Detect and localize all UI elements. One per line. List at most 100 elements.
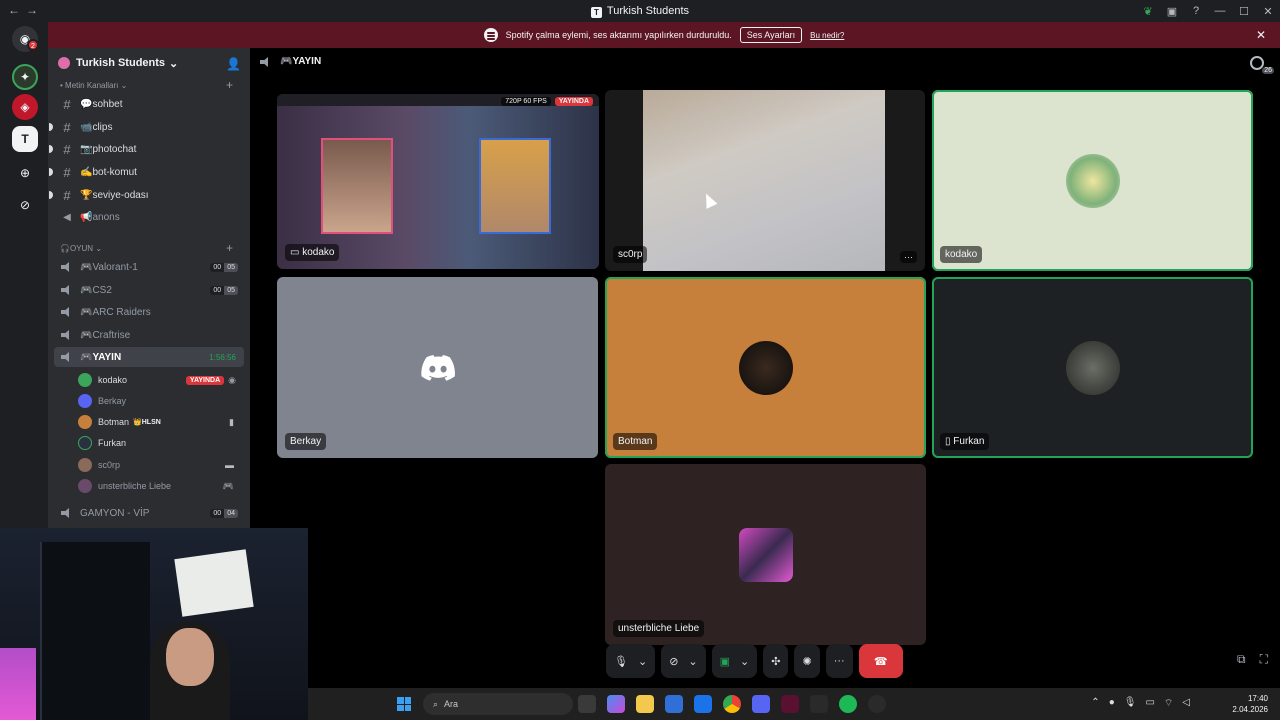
tile-furkan[interactable]: ▯ Furkan (932, 277, 1253, 458)
chevron-down-icon[interactable]: ⌄ (638, 655, 647, 668)
mail-icon[interactable] (694, 695, 712, 713)
maximize-button[interactable]: ☐ (1232, 5, 1256, 18)
user-limit-value: 04 (224, 508, 238, 518)
voice-cs2[interactable]: 🎮CS2 00 05 (48, 280, 250, 300)
channel-seviye-odasi[interactable]: # 🏆seviye-odası (48, 185, 250, 205)
chevron-up-icon[interactable]: ⌃ (1091, 697, 1099, 710)
tile-unsterbliche-liebe[interactable]: unsterbliche Liebe (605, 464, 926, 645)
volume-icon[interactable]: ◁ (1182, 697, 1190, 710)
screen-share-icon[interactable]: ▣ (720, 655, 730, 668)
notes-icon[interactable] (810, 695, 828, 713)
channel-bot-komut[interactable]: # ✍bot-komut (48, 162, 250, 182)
mic-tray-icon[interactable]: 🎙 (1124, 697, 1137, 710)
sound-settings-button[interactable]: Ses Ayarları (739, 27, 803, 43)
avatar (78, 458, 92, 472)
popout-icon[interactable]: ⧉ (1237, 652, 1246, 667)
search-icon: ⌕ (433, 698, 439, 709)
soundboard-icon[interactable]: ✺ (802, 655, 811, 668)
file-explorer-icon[interactable] (636, 695, 654, 713)
server-icon-1[interactable]: ✦ (12, 64, 38, 90)
more-options-button[interactable]: ··· (900, 251, 917, 263)
discord-taskbar-icon[interactable] (752, 695, 770, 713)
camera-control[interactable]: ⊘ ⌄ (661, 644, 706, 678)
unread-dot (49, 191, 53, 199)
taskbar-clock[interactable]: 17:40 2.04.2026 (1232, 693, 1268, 715)
channel-photochat[interactable]: # 📷photochat (48, 139, 250, 159)
tray-app-icon[interactable]: ● (1109, 697, 1115, 710)
screen-share-control[interactable]: ▣ ⌄ (711, 644, 758, 678)
add-server-icon[interactable]: ⊕ (12, 160, 38, 186)
member-botman[interactable]: Botman 👑HLSN ▮ (78, 412, 244, 432)
more-icon[interactable]: ··· (834, 655, 845, 667)
store-icon[interactable] (665, 695, 683, 713)
windows-start-icon[interactable] (397, 697, 411, 711)
category-text[interactable]: • Metin Kanalları ⌄ + (60, 78, 233, 92)
banner-message: Spotify çalma eylemi, ses aktarımı yapıl… (505, 30, 732, 40)
tile-stream-kodako[interactable]: 720P 60 FPS YAYINDA ▭ kodako (277, 94, 599, 269)
stage-corner-actions: ⧉ ⛶ (1237, 652, 1268, 667)
avatar (78, 394, 92, 408)
inbox-icon[interactable]: ▣ (1160, 5, 1184, 18)
tile-berkay[interactable]: Berkay (277, 277, 598, 458)
leaf-icon[interactable]: ❦ (1136, 5, 1160, 18)
channel-anons[interactable]: ◀ 📢anons (48, 207, 250, 227)
channel-label: 🏆seviye-odası (80, 189, 149, 201)
more-button[interactable]: ··· (825, 644, 853, 678)
voice-yayin-active[interactable]: 🎮YAYIN 1:56:56 (54, 347, 244, 367)
help-icon[interactable]: ? (1184, 5, 1208, 17)
screen-icon: ▭ (290, 247, 303, 258)
task-view-icon[interactable] (578, 695, 596, 713)
voice-valorant[interactable]: 🎮Valorant-1 00 05 (48, 257, 250, 277)
chevron-down-icon[interactable]: ⌄ (740, 655, 749, 668)
voice-arc-raiders[interactable]: 🎮ARC Raiders (48, 302, 250, 322)
server-header[interactable]: Turkish Students ⌄ 👤 (48, 48, 250, 78)
close-window-button[interactable]: ✕ (1256, 5, 1280, 18)
member-berkay[interactable]: Berkay (78, 391, 244, 411)
server-icon-2[interactable]: ◈ (12, 94, 38, 120)
stream-quality: 720P 60 FPS (501, 97, 551, 106)
spotify-taskbar-icon[interactable] (839, 695, 857, 713)
what-is-this-link[interactable]: Bu nedir? (810, 31, 844, 40)
category-oyun[interactable]: 🎧OYUN ⌄ + (60, 241, 233, 255)
member-unsterbliche-liebe[interactable]: unsterbliche Liebe 🎮 (78, 476, 244, 496)
chrome-icon[interactable] (723, 695, 741, 713)
wifi-icon[interactable]: ⌔ (1164, 697, 1173, 710)
channel-clips[interactable]: # 📹clips (48, 117, 250, 137)
tile-botman[interactable]: Botman (605, 277, 926, 458)
invite-icon[interactable]: 👤 (226, 57, 241, 71)
display-icon[interactable]: ▭ (1145, 697, 1154, 710)
chevron-down-icon[interactable]: ⌄ (688, 655, 697, 668)
camera-off-icon[interactable]: ⊘ (669, 655, 678, 668)
copilot-icon[interactable] (607, 695, 625, 713)
member-furkan[interactable]: Furkan (78, 433, 244, 453)
voice-craftrise[interactable]: 🎮Craftrise (48, 325, 250, 345)
activities-button[interactable]: ✣ (763, 644, 789, 678)
member-sc0rp[interactable]: sc0rp ▬ (78, 455, 244, 475)
chat-count[interactable]: 26 (1250, 56, 1274, 74)
tile-sc0rp[interactable]: sc0rp ··· (605, 90, 925, 271)
server-icon-turkish-students[interactable]: T (12, 126, 38, 152)
tile-kodako[interactable]: kodako (932, 90, 1253, 271)
add-channel-icon[interactable]: + (226, 241, 233, 255)
mic-control[interactable]: 🎙 ⌄ (606, 644, 656, 678)
member-name: kodako (98, 375, 128, 385)
channel-sidebar: Turkish Students ⌄ 👤 • Metin Kanalları ⌄… (48, 48, 250, 528)
hang-up-icon[interactable]: ☎ (874, 655, 888, 668)
voice-timer: 1:56:56 (209, 352, 236, 362)
member-kodako[interactable]: kodako YAYINDA ◉ (78, 370, 244, 390)
app-icon-2[interactable] (868, 695, 886, 713)
microphone-icon[interactable]: 🎙 (614, 655, 628, 668)
soundboard-button[interactable]: ✺ (794, 644, 820, 678)
activities-icon[interactable]: ✣ (771, 655, 780, 668)
minimize-button[interactable]: — (1208, 5, 1232, 17)
add-channel-icon[interactable]: + (226, 78, 233, 92)
close-icon[interactable]: ✕ (1256, 28, 1266, 42)
taskbar-search[interactable]: ⌕ Ara (423, 693, 573, 715)
explore-icon[interactable]: ⊘ (12, 192, 38, 218)
fullscreen-icon[interactable]: ⛶ (1260, 652, 1268, 667)
app-icon[interactable] (781, 695, 799, 713)
channel-sohbet[interactable]: # 💬sohbet (48, 94, 250, 114)
system-tray: ⌃ ● 🎙 ▭ ⌔ ◁ (1091, 697, 1190, 710)
voice-gamyon-vip[interactable]: GAMYON - VİP 00 04 (48, 503, 250, 523)
disconnect-button[interactable]: ☎ (858, 644, 903, 678)
